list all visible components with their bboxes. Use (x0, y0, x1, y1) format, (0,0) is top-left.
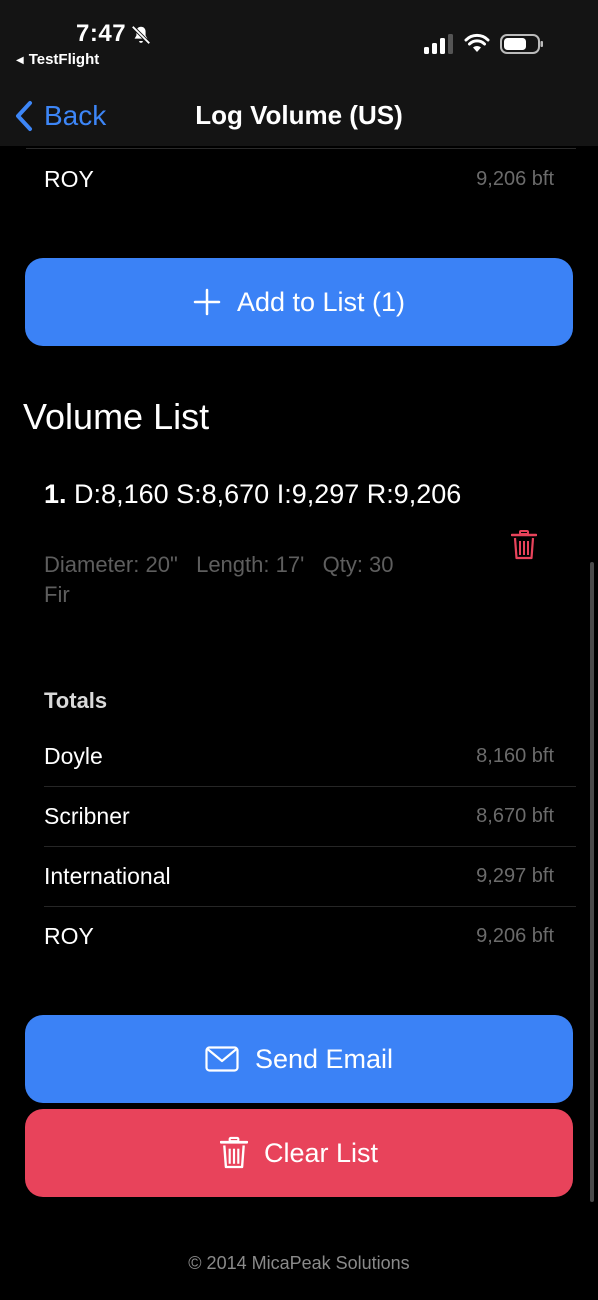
result-value: 9,206 bft (476, 167, 554, 190)
clear-list-label: Clear List (263, 1137, 379, 1168)
clear-list-button[interactable]: Clear List (25, 1109, 573, 1197)
add-to-list-label: Add to List (1) (236, 286, 406, 317)
totals-row-doyle: Doyle 8,160 bft (44, 736, 554, 776)
page-title: Log Volume (US) (195, 100, 403, 130)
volume-list-title: Volume List (23, 396, 210, 437)
result-label: ROY (44, 165, 94, 192)
plus-icon (193, 288, 221, 316)
back-to-testflight[interactable]: ◀ TestFlight (16, 51, 99, 68)
navigation-bar: Back Log Volume (US) (0, 90, 598, 146)
back-triangle-icon: ◀ (16, 55, 24, 66)
totals-value: 8,670 bft (476, 804, 554, 827)
cellular-signal-icon (424, 34, 453, 54)
wifi-icon (464, 33, 490, 52)
envelope-icon (205, 1046, 239, 1072)
totals-label: Scribner (44, 802, 130, 829)
status-bar: 7:47 ◀ TestFlight (0, 0, 598, 90)
totals-header: Totals (44, 688, 108, 713)
totals-row-international: International 9,297 bft (44, 856, 554, 896)
totals-row-roy: ROY 9,206 bft (44, 916, 554, 956)
list-item-index: 1. (44, 479, 67, 509)
back-app-label: TestFlight (28, 51, 100, 68)
divider (26, 148, 576, 149)
divider (44, 846, 576, 847)
add-to-list-button[interactable]: Add to List (1) (25, 258, 573, 346)
totals-label: ROY (44, 922, 94, 949)
totals-value: 9,206 bft (476, 924, 554, 947)
result-row-roy: ROY 9,206 bft (44, 159, 554, 199)
totals-label: International (44, 862, 171, 889)
list-item-details: Diameter: 20" Length: 17' Qty: 30 (44, 552, 394, 577)
divider (44, 906, 576, 907)
battery-icon (500, 34, 543, 54)
list-item-summary: 1. D:8,160 S:8,670 I:9,297 R:9,206 (44, 476, 464, 512)
copyright-footer: © 2014 MicaPeak Solutions (188, 1253, 410, 1273)
send-email-label: Send Email (254, 1043, 394, 1074)
scrollbar[interactable] (590, 562, 594, 1202)
totals-row-scribner: Scribner 8,670 bft (44, 796, 554, 836)
bell-slash-icon (131, 25, 151, 45)
trash-icon (219, 1136, 248, 1169)
list-item-species: Fir (44, 582, 70, 607)
delete-entry-trash-icon[interactable] (511, 530, 537, 560)
totals-label: Doyle (44, 742, 103, 769)
totals-value: 9,297 bft (476, 864, 554, 887)
list-item-values: D:8,160 S:8,670 I:9,297 R:9,206 (74, 479, 462, 509)
totals-value: 8,160 bft (476, 744, 554, 767)
divider (44, 786, 576, 787)
send-email-button[interactable]: Send Email (25, 1015, 573, 1103)
status-time: 7:47 (76, 20, 127, 47)
